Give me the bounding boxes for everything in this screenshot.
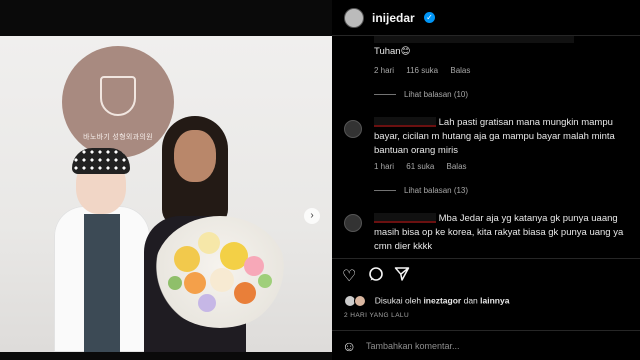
- comment-body: Mba Jedar aja yg katanya gk punya uaang …: [374, 212, 630, 254]
- commenter-avatar[interactable]: [344, 214, 362, 232]
- comment-likes[interactable]: 61 suka: [406, 162, 434, 171]
- author-avatar[interactable]: [344, 8, 364, 28]
- comment-age: 1 hari: [374, 162, 395, 171]
- post-sidebar: inijedar ✓ Tuhan😊 2 hari 116 suka Balas …: [332, 0, 640, 360]
- emoji-icon[interactable]: ☺: [342, 338, 356, 354]
- redacted-username: [374, 117, 436, 128]
- comment-meta: 2 hari 116 suka Balas: [374, 66, 480, 75]
- liker-avatar: [354, 295, 367, 307]
- liked-joiner: dan: [463, 295, 478, 306]
- comment-composer: ☺: [332, 330, 640, 360]
- comment-age: 2 hari: [374, 66, 395, 75]
- comment-likes[interactable]: 116 suka: [406, 66, 438, 75]
- comment-meta: 1 hari 61 suka Balas: [374, 162, 477, 171]
- clinic-logo-mark: [100, 76, 136, 116]
- next-photo-button[interactable]: ›: [304, 208, 320, 224]
- post-timestamp: 2 HARI YANG LALU: [344, 312, 410, 319]
- flower-bouquet: [154, 216, 286, 328]
- comment-list: Tuhan😊 2 hari 116 suka Balas Lihat balas…: [332, 36, 640, 258]
- view-replies-button[interactable]: Lihat balasan (13): [374, 186, 468, 195]
- heart-icon[interactable]: ♡: [342, 266, 356, 286]
- verified-badge-icon: ✓: [424, 12, 435, 23]
- reply-button[interactable]: Balas: [450, 66, 470, 75]
- comment-body: Lah pasti gratisan mana mungkin mampu ba…: [374, 116, 630, 158]
- commenter-avatar[interactable]: [344, 120, 362, 138]
- post-photo[interactable]: 바노바기 성형외과의원 ›: [0, 36, 332, 352]
- post-header: inijedar ✓: [332, 0, 640, 36]
- doctor-figure: [54, 146, 150, 352]
- instagram-post-view: 바노바기 성형외과의원 › inijedar ✓ Tuhan😊 2 hari 1…: [0, 0, 640, 360]
- reply-button[interactable]: Balas: [447, 162, 467, 171]
- redacted-username: [374, 213, 436, 224]
- liked-by-summary: Disukai oleh ineztagor dan lainnya: [344, 295, 509, 307]
- comment-icon[interactable]: [368, 266, 384, 287]
- view-replies-button[interactable]: Lihat balasan (10): [374, 90, 468, 99]
- comment-input[interactable]: [366, 338, 566, 354]
- liker-username[interactable]: ineztagor: [423, 295, 461, 305]
- share-icon[interactable]: [394, 266, 410, 287]
- post-actions: ♡: [332, 258, 640, 288]
- liked-others-link[interactable]: lainnya: [480, 295, 509, 305]
- author-username[interactable]: inijedar: [372, 11, 415, 25]
- liked-prefix: Disukai oleh: [374, 295, 422, 306]
- comment-text: Tuhan😊: [374, 46, 411, 57]
